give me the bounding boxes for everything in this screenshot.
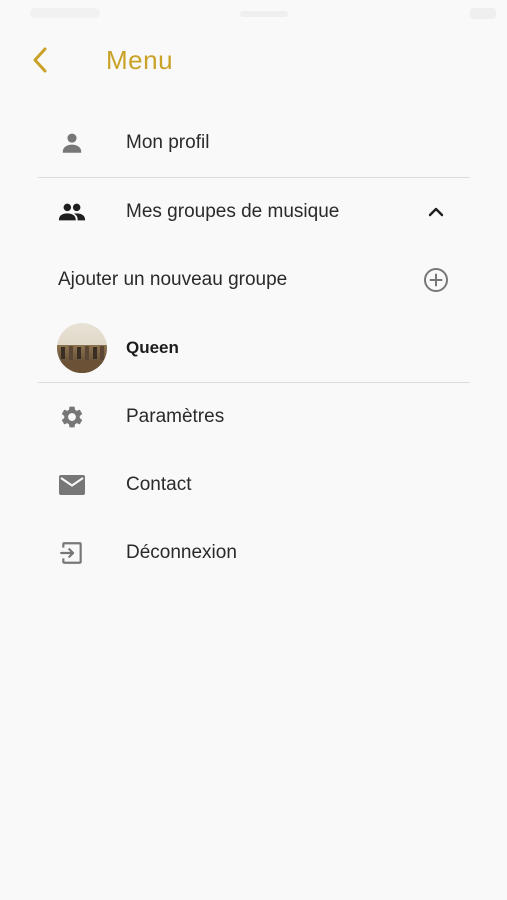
menu-item-label: Mes groupes de musique bbox=[126, 201, 340, 222]
chevron-left-icon bbox=[33, 47, 47, 73]
add-group-button[interactable]: Ajouter un nouveau groupe bbox=[38, 246, 470, 314]
menu-list: Mon profil Mes groupes de musique Ajoute… bbox=[38, 109, 470, 587]
menu-item-label: Mon profil bbox=[126, 132, 210, 153]
menu-item-groups[interactable]: Mes groupes de musique bbox=[38, 178, 470, 246]
header: Menu bbox=[0, 34, 507, 86]
chevron-up-icon bbox=[428, 207, 444, 217]
back-button[interactable] bbox=[24, 44, 56, 76]
battery-icon bbox=[470, 8, 496, 19]
menu-item-profile[interactable]: Mon profil bbox=[38, 109, 470, 177]
menu-item-settings[interactable]: Paramètres bbox=[38, 383, 470, 451]
menu-item-logout[interactable]: Déconnexion bbox=[38, 519, 470, 587]
group-avatar bbox=[57, 323, 107, 373]
group-name: Queen bbox=[126, 338, 179, 357]
page-title: Menu bbox=[106, 45, 174, 75]
status-bar-time bbox=[30, 8, 100, 18]
menu-item-label: Paramètres bbox=[126, 406, 225, 427]
status-bar bbox=[0, 0, 507, 28]
add-group-label: Ajouter un nouveau groupe bbox=[58, 269, 288, 290]
people-icon bbox=[58, 203, 86, 221]
status-bar-notch bbox=[240, 11, 288, 17]
person-icon bbox=[62, 133, 82, 153]
groups-toggle[interactable] bbox=[422, 198, 450, 226]
group-item-queen[interactable]: Queen bbox=[38, 314, 470, 382]
menu-item-label: Déconnexion bbox=[126, 542, 237, 563]
mail-icon bbox=[59, 475, 85, 495]
add-circle-icon bbox=[424, 268, 448, 292]
logout-icon bbox=[60, 542, 82, 564]
menu-item-contact[interactable]: Contact bbox=[38, 451, 470, 519]
menu-item-label: Contact bbox=[126, 474, 192, 495]
gear-icon bbox=[61, 406, 83, 428]
